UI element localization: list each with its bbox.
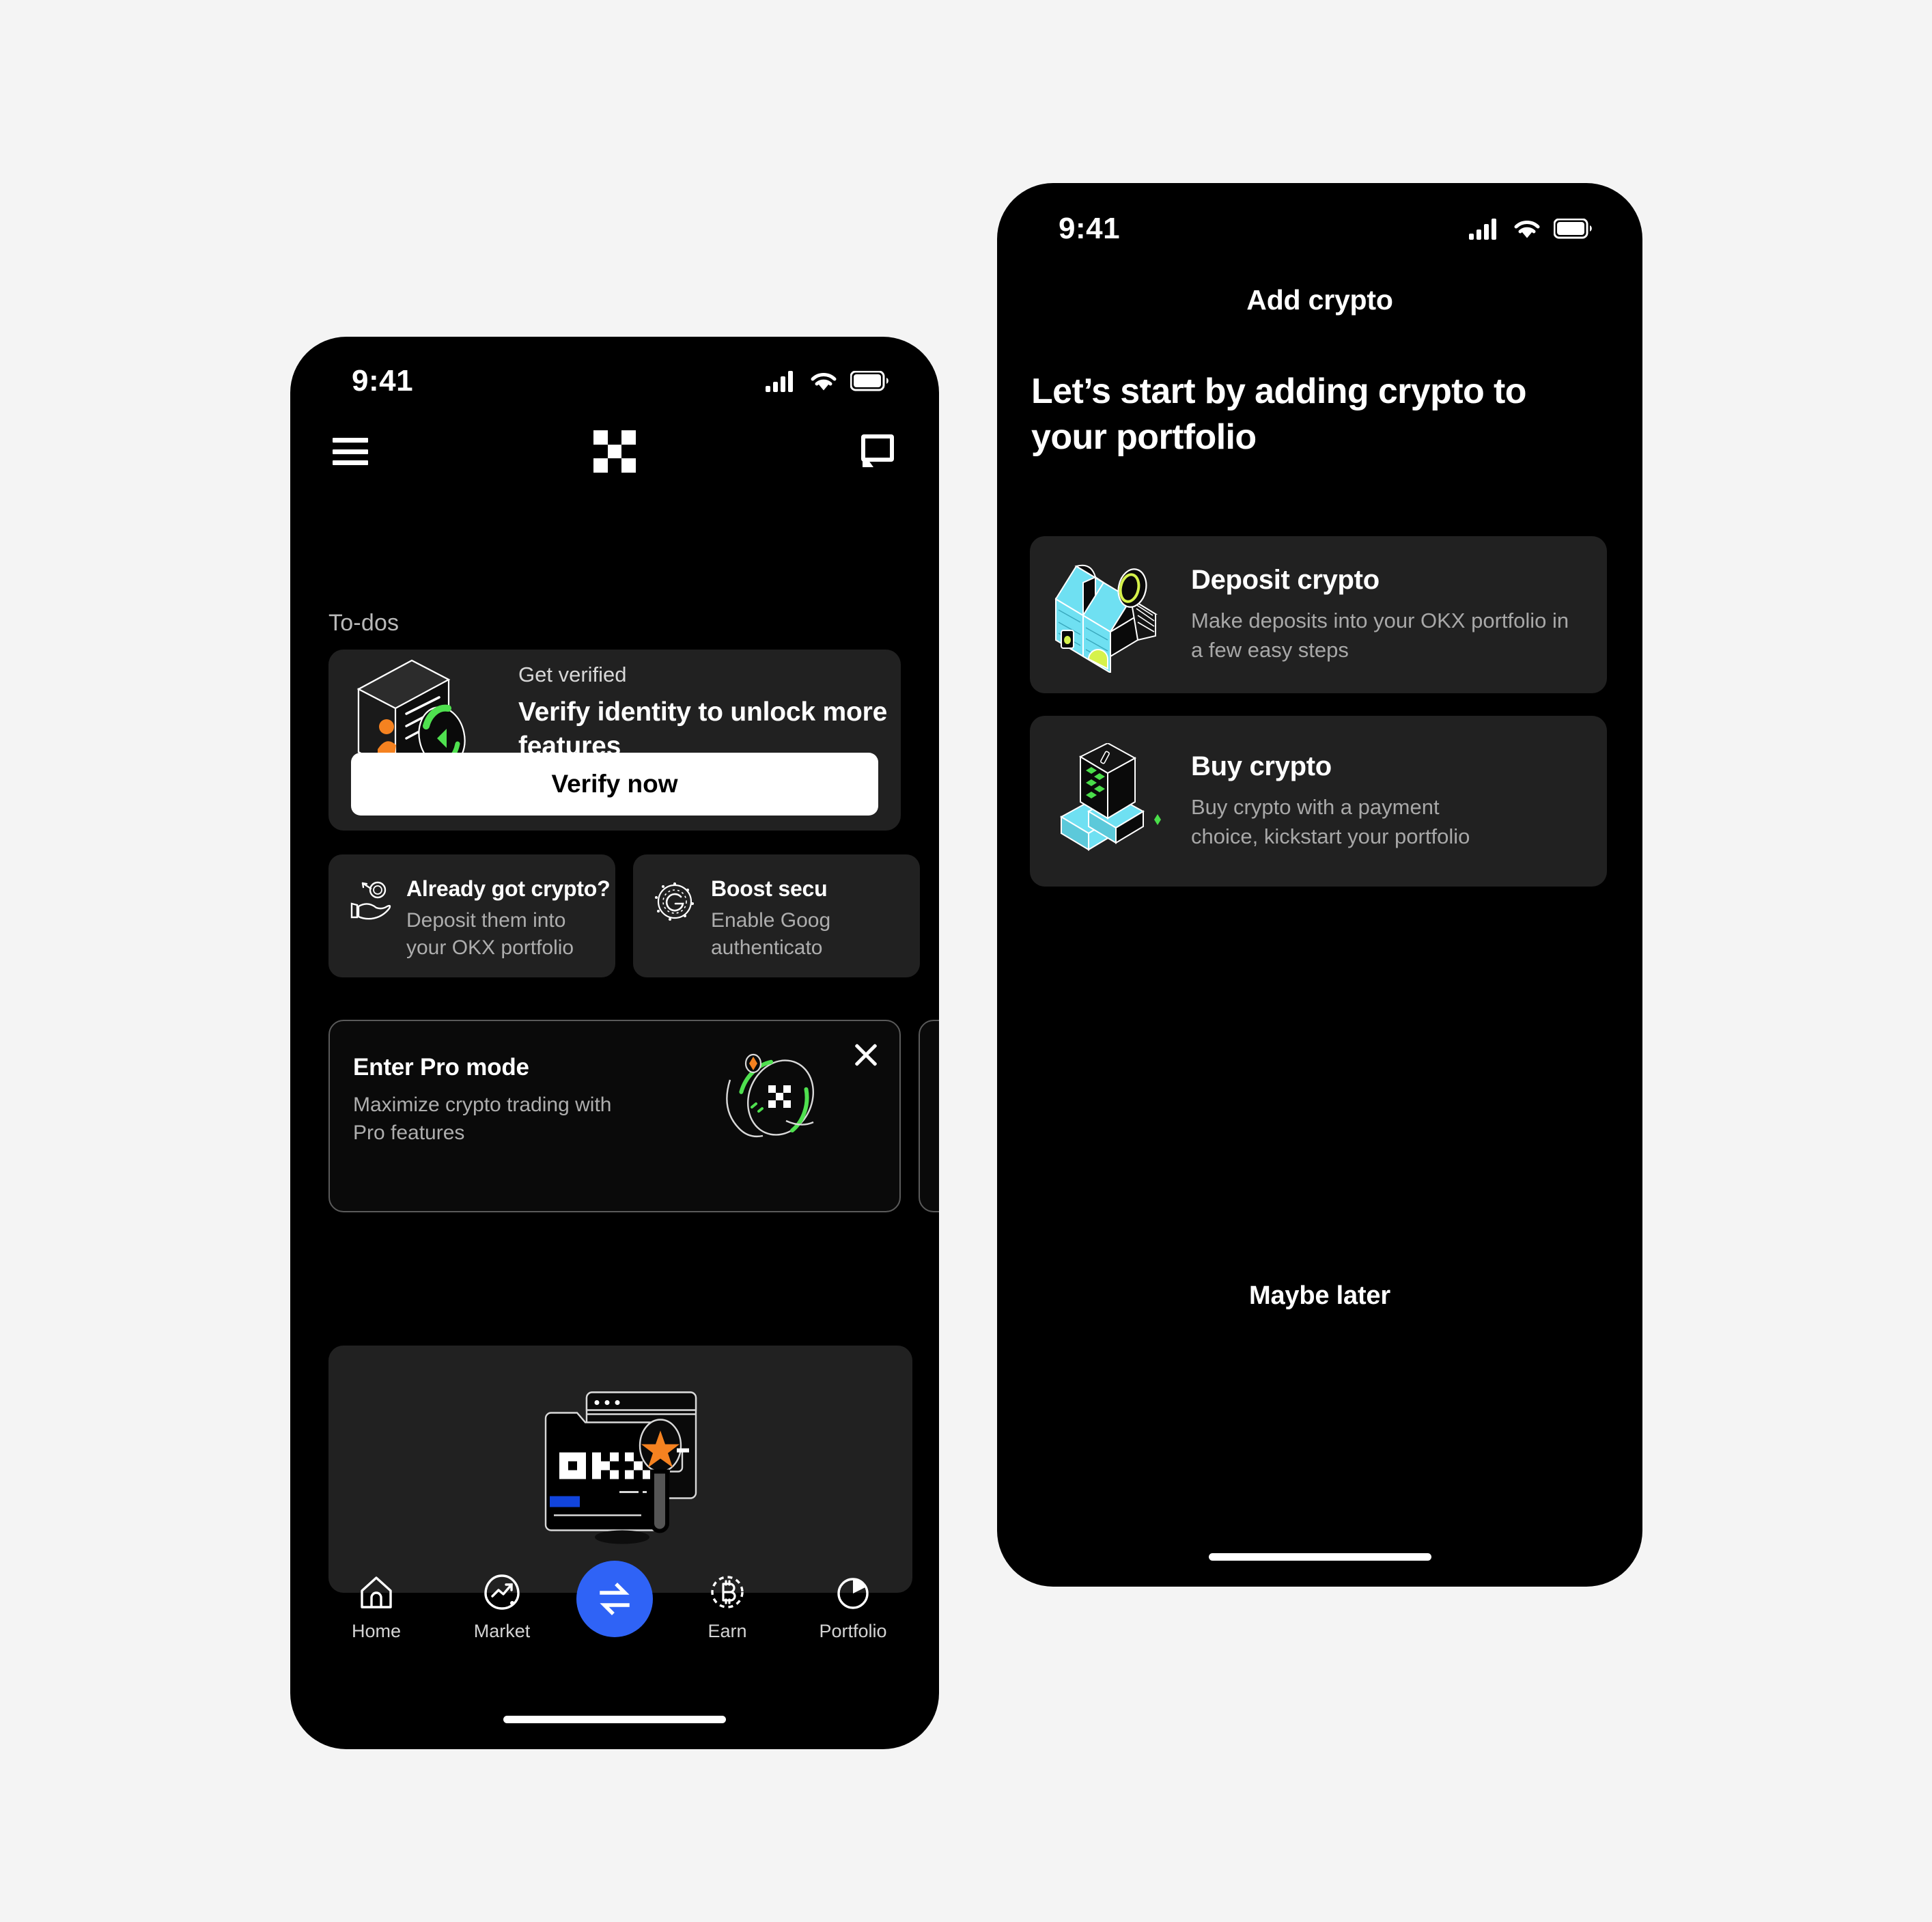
verify-now-button[interactable]: Verify now [351, 753, 878, 816]
swap-arrows-icon [600, 1583, 630, 1615]
screenshot-canvas: 9:41 To-dos Get verified Verify identity… [0, 0, 1932, 1922]
hand-coin-icon [348, 879, 393, 924]
bottom-nav: Home Market Earn Portfolio [290, 1561, 939, 1675]
status-icons [1469, 218, 1592, 240]
hero-heading: Let’s start by adding crypto to your por… [1031, 372, 1526, 458]
maybe-later-button[interactable]: Maybe later [997, 1281, 1642, 1311]
battery-icon [1554, 219, 1592, 239]
wifi-icon [1514, 221, 1540, 238]
nav-item-market[interactable]: Market [451, 1573, 553, 1642]
verify-identity-card[interactable]: Get verified Verify identity to unlock m… [328, 650, 901, 831]
cube-stairs-icon [1046, 742, 1176, 859]
option-card-buy-crypto[interactable]: Buy crypto Buy crypto with a payment cho… [1030, 716, 1607, 887]
nav-item-earn[interactable]: Earn [676, 1573, 779, 1642]
todo-card-desc-line1: Enable Goog [711, 909, 831, 932]
promo-card-desc: Maximize crypto trading with Pro feature… [353, 1094, 612, 1145]
status-time: 9:41 [352, 364, 414, 398]
status-icons [766, 370, 888, 392]
todo-card-text: Boost secu Enable Goog authenticato [711, 876, 830, 962]
close-icon[interactable] [850, 1039, 882, 1070]
swap-fab-button[interactable] [576, 1561, 653, 1637]
okx-logo-icon [593, 430, 636, 473]
market-chart-icon [484, 1574, 520, 1610]
okx-orbit-icon [718, 1048, 834, 1154]
app-header [290, 410, 939, 492]
todo-card-title: Already got crypto? [406, 876, 611, 901]
signal-bars-icon [766, 371, 793, 392]
option-card-deposit-crypto[interactable]: Deposit crypto Make deposits into your O… [1030, 536, 1607, 693]
hamburger-menu-icon[interactable] [333, 438, 368, 465]
home-icon [361, 1576, 392, 1608]
nav-label: Market [473, 1621, 531, 1641]
nav-item-home[interactable]: Home [325, 1573, 428, 1642]
promo-banner-card[interactable] [328, 1346, 912, 1593]
todo-card-desc: Deposit them into your OKX portfolio [406, 909, 574, 960]
option-card-text: Buy crypto Buy crypto with a payment cho… [1176, 751, 1519, 852]
stairs-coin-icon [1046, 557, 1176, 674]
home-indicator [503, 1716, 726, 1723]
chat-bubble-icon[interactable] [861, 434, 897, 469]
phone-add-crypto-screen: 9:41 Add crypto Let’s start by adding cr… [997, 183, 1642, 1587]
okx-browser-star-icon [518, 1379, 723, 1560]
status-time: 9:41 [1059, 212, 1121, 245]
todo-card-desc-line2: authenticato [711, 936, 823, 960]
verify-card-eyebrow: Get verified [518, 662, 627, 686]
bitcoin-dashed-icon [711, 1576, 744, 1608]
phone-home-screen: 9:41 To-dos Get verified Verify identity… [290, 337, 939, 1749]
home-indicator [1208, 1553, 1431, 1561]
option-card-text: Deposit crypto Make deposits into your O… [1176, 565, 1607, 665]
pie-chart-icon [837, 1578, 869, 1609]
todo-card-title: Boost secu [711, 876, 828, 901]
nav-label: Portfolio [819, 1621, 887, 1641]
promo-card-secondary[interactable] [919, 1020, 939, 1212]
option-card-title: Deposit crypto [1191, 564, 1380, 595]
option-card-desc: Make deposits into your OKX portfolio in… [1191, 608, 1569, 662]
option-card-title: Buy crypto [1191, 751, 1332, 781]
nav-item-portfolio[interactable]: Portfolio [802, 1573, 904, 1642]
option-card-desc: Buy crypto with a payment choice, kickst… [1191, 794, 1470, 848]
battery-icon [850, 371, 888, 391]
page-title: Add crypto [1246, 284, 1393, 316]
status-bar: 9:41 [997, 198, 1642, 260]
status-bar: 9:41 [290, 350, 939, 412]
promo-card-title: Enter Pro mode [353, 1054, 529, 1081]
todo-card-deposit[interactable]: Already got crypto? Deposit them into yo… [328, 854, 615, 977]
signal-bars-icon [1469, 219, 1496, 240]
verify-card-text: Get verified Verify identity to unlock m… [512, 663, 901, 764]
wifi-icon [811, 373, 837, 391]
section-label-todos: To-dos [328, 610, 400, 636]
todo-card-text: Already got crypto? Deposit them into yo… [406, 876, 611, 962]
google-authenticator-icon [652, 879, 697, 924]
todo-card-security[interactable]: Boost secu Enable Goog authenticato [633, 854, 920, 977]
nav-label: Earn [708, 1621, 747, 1641]
nav-label: Home [351, 1621, 402, 1641]
promo-card-pro-mode[interactable]: Enter Pro mode Maximize crypto trading w… [328, 1020, 901, 1212]
